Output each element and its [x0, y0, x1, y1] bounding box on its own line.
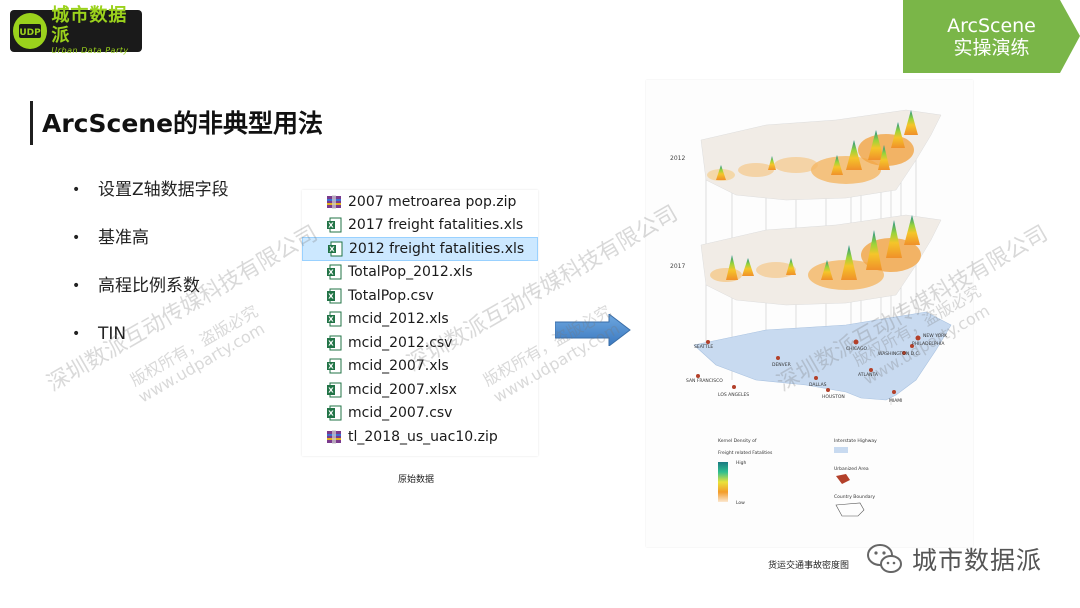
svg-text:X: X: [329, 245, 335, 253]
svg-text:X: X: [328, 269, 334, 277]
density-color-ramp: [718, 462, 728, 502]
excel-icon: X: [328, 241, 343, 257]
svg-text:Freight related Fatalities: Freight related Fatalities: [718, 450, 773, 456]
logo-english-name: Urban Data Party: [51, 46, 129, 55]
wechat-account-name: 城市数据派: [912, 546, 1043, 575]
city-label: WASHINGTON D.C.: [878, 351, 920, 357]
file-item[interactable]: 2007 metroarea pop.zip: [302, 190, 538, 214]
file-item[interactable]: Xmcid_2012.csv: [302, 331, 538, 355]
udp-logo-icon: UDP: [13, 13, 48, 49]
file-name: tl_2018_us_uac10.zip: [348, 428, 498, 445]
svg-text:UDP: UDP: [19, 28, 41, 38]
city-label: SEATTLE: [694, 344, 713, 350]
bullet-item: 高程比例系数: [72, 274, 229, 298]
city-label: LOS ANGELES: [718, 392, 749, 398]
section-tag: ArcScene 实操演练: [903, 0, 1080, 73]
file-item[interactable]: Xmcid_2007.xls: [302, 355, 538, 379]
svg-text:X: X: [328, 386, 334, 394]
svg-text:Interstate Highway: Interstate Highway: [834, 438, 877, 444]
file-name: mcid_2012.csv: [348, 334, 453, 351]
file-item[interactable]: X TotalPop_2012.xls: [302, 261, 538, 285]
file-name: 2012 freight fatalities.xls: [349, 240, 525, 257]
svg-text:High: High: [736, 460, 746, 466]
file-name: mcid_2007.xlsx: [348, 381, 457, 398]
bullet-item: 基准高: [72, 226, 229, 250]
excel-csv-icon: X: [327, 382, 342, 398]
svg-text:X: X: [328, 410, 334, 418]
excel-csv-icon: X: [327, 288, 342, 304]
urban-swatch: [836, 474, 850, 484]
freight-density-map: 2012 2017 SEATTLE SAN FRANCISCO LOS ANGE…: [646, 80, 973, 547]
logo-chinese-name: 城市数据派: [51, 5, 128, 46]
svg-text:Kernel Density of: Kernel Density of: [718, 438, 757, 444]
excel-csv-icon: X: [327, 405, 342, 421]
svg-text:X: X: [328, 222, 334, 230]
wechat-icon: [867, 544, 902, 573]
caption-density-map: 货运交通事故密度图: [768, 561, 850, 571]
section-tag-line1: ArcScene: [947, 14, 1036, 37]
city-label: ATLANTA: [858, 372, 879, 378]
winrar-icon: [327, 429, 341, 444]
city-label: SAN FRANCISCO: [686, 378, 723, 384]
city-label: DALLAS: [809, 382, 827, 388]
city-label: PHILADELPHIA: [912, 341, 945, 347]
city-label: DENVER: [772, 362, 791, 368]
svg-text:X: X: [328, 339, 334, 347]
file-list: 2007 metroarea pop.zip X 2017 freight fata…: [302, 190, 538, 456]
svg-text:X: X: [328, 316, 334, 324]
bullet-item: 设置Z轴数据字段: [72, 178, 229, 202]
svg-text:Country Boundary: Country Boundary: [834, 494, 875, 500]
base-map: SEATTLE SAN FRANCISCO LOS ANGELES DENVER…: [686, 311, 952, 404]
city-label: MIAMI: [889, 398, 903, 404]
section-tag-line2: 实操演练: [953, 36, 1030, 59]
file-name: mcid_2012.xls: [348, 311, 449, 328]
file-item[interactable]: X 2017 freight fatalities.xls: [302, 214, 538, 238]
file-item[interactable]: Xmcid_2012.xls: [302, 308, 538, 332]
file-name: TotalPop.csv: [348, 287, 434, 304]
slide-title: ArcScene的非典型用法: [42, 109, 324, 138]
right-arrow-icon: [555, 314, 631, 346]
udp-logo: UDP 城市数据派 Urban Data Party: [10, 6, 142, 55]
file-name: 2007 metroarea pop.zip: [348, 193, 517, 210]
excel-icon: X: [327, 358, 342, 374]
city-label: NEW YORK: [923, 333, 948, 339]
wechat-account: 城市数据派: [866, 541, 1042, 577]
file-name: mcid_2007.xls: [348, 358, 449, 375]
layer-2012: 2012: [670, 109, 942, 201]
file-item[interactable]: X TotalPop.csv: [302, 284, 538, 308]
layer-2012-label: 2012: [670, 155, 685, 162]
file-name: TotalPop_2012.xls: [348, 264, 473, 281]
highway-swatch: [834, 447, 848, 453]
city-label: HOUSTON: [822, 394, 845, 400]
excel-icon: X: [327, 264, 342, 280]
layer-2017-label: 2017: [670, 263, 685, 270]
file-name: mcid_2007.csv: [348, 405, 453, 422]
file-item[interactable]: Xmcid_2007.xlsx: [302, 378, 538, 402]
bullet-item: TIN: [72, 322, 229, 346]
excel-icon: X: [327, 217, 342, 233]
city-label: CHICAGO: [846, 346, 867, 352]
bullet-list: 设置Z轴数据字段 基准高 高程比例系数 TIN: [72, 178, 229, 370]
file-item[interactable]: X 2012 freight fatalities.xls: [302, 237, 538, 261]
svg-text:X: X: [328, 292, 334, 300]
winrar-icon: [327, 194, 341, 209]
map-legend: Kernel Density of Freight related Fatali…: [718, 438, 877, 517]
svg-text:X: X: [328, 363, 334, 371]
svg-text:Low: Low: [736, 500, 745, 506]
title-accent-bar: [30, 101, 33, 145]
file-item[interactable]: tl_2018_us_uac10.zip: [302, 425, 538, 449]
svg-text:Urbanized Area: Urbanized Area: [834, 466, 869, 472]
file-item[interactable]: Xmcid_2007.csv: [302, 402, 538, 426]
excel-csv-icon: X: [327, 335, 342, 351]
boundary-swatch: [835, 502, 865, 517]
file-name: 2017 freight fatalities.xls: [348, 217, 524, 234]
excel-icon: X: [327, 311, 342, 327]
caption-raw-data: 原始数据: [398, 475, 435, 485]
layer-2017: 2017: [670, 214, 942, 306]
